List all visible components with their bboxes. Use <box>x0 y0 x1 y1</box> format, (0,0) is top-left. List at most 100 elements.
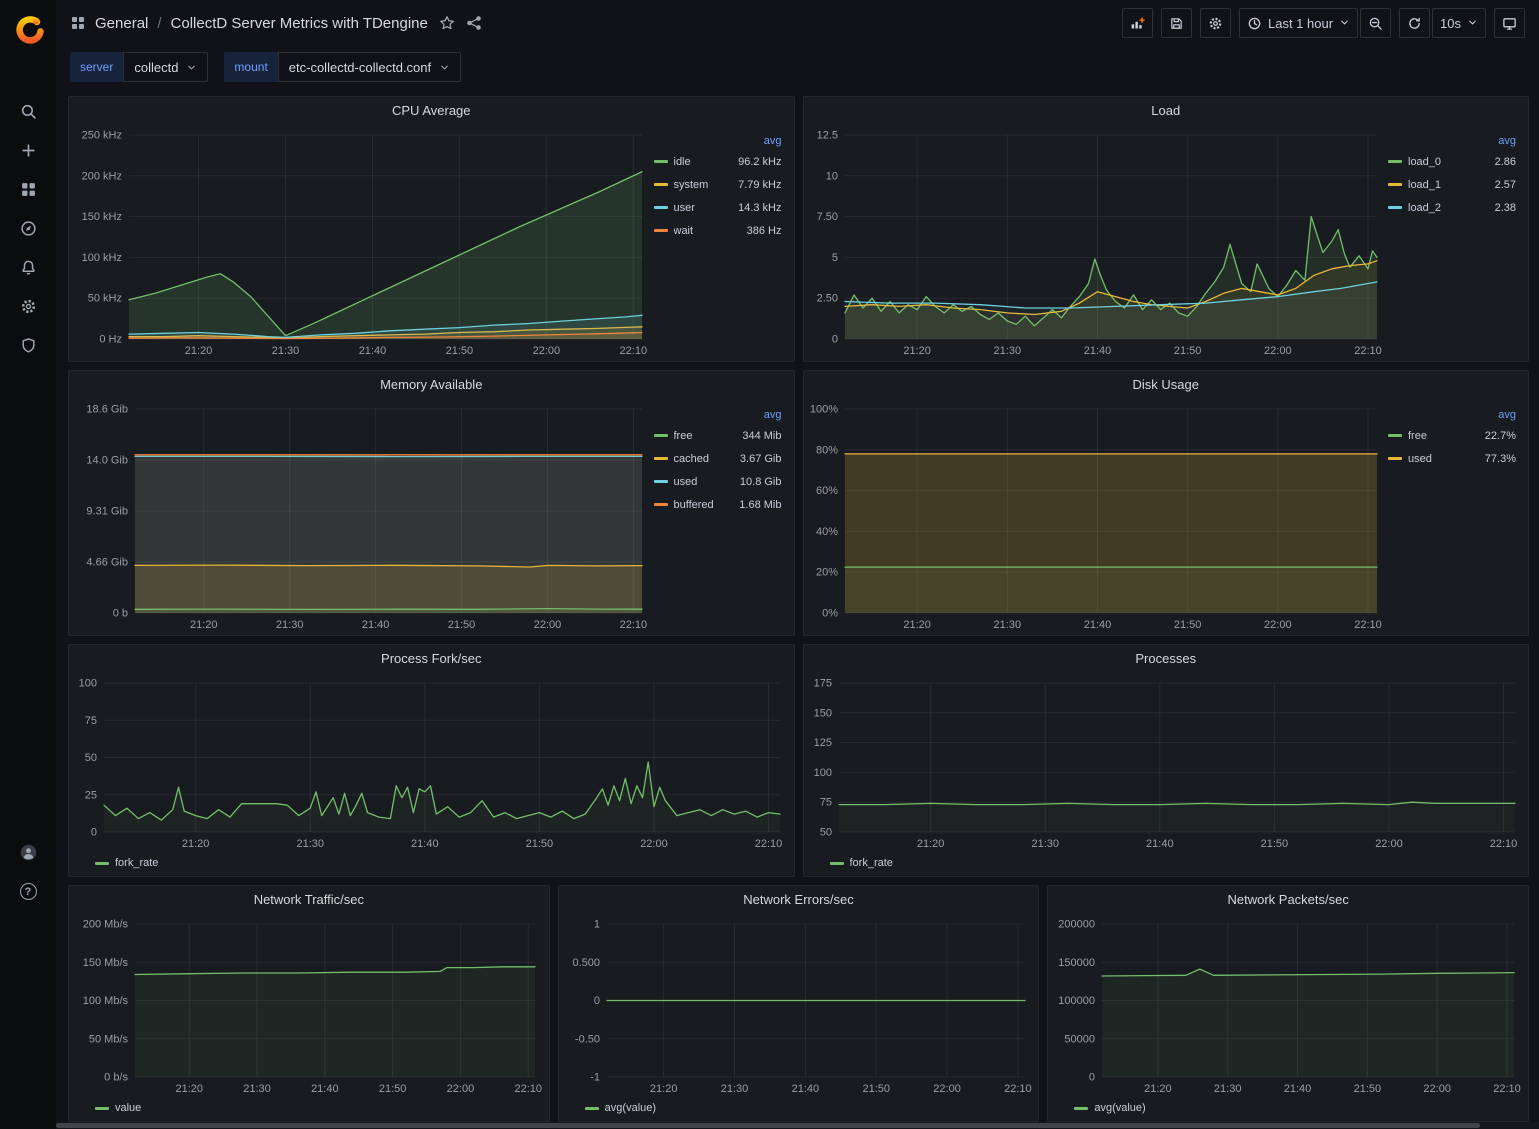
svg-text:9.31 Gib: 9.31 Gib <box>86 506 128 518</box>
svg-text:175: 175 <box>813 678 831 690</box>
legend-avg-header[interactable]: avg <box>654 135 784 147</box>
time-series-chart[interactable]: 21:2021:3021:4021:5022:0022:100500001000… <box>1052 914 1522 1097</box>
series-color-marker <box>654 434 668 437</box>
legend-item[interactable]: used77.3% <box>1388 447 1518 470</box>
main-area: General / CollectD Server Metrics with T… <box>56 0 1539 1129</box>
save-dashboard-button[interactable] <box>1161 8 1192 38</box>
svg-text:20%: 20% <box>815 567 837 579</box>
svg-text:21:50: 21:50 <box>448 619 476 631</box>
breadcrumb-separator: / <box>157 15 161 32</box>
variable-value-dropdown[interactable]: collectd <box>123 52 208 82</box>
legend-avg-header[interactable]: avg <box>1388 135 1518 147</box>
time-series-chart[interactable]: 21:2021:3021:4021:5022:0022:100 Hz50 kHz… <box>73 125 650 359</box>
legend-item[interactable]: avg(value) <box>585 1102 656 1114</box>
help-icon <box>20 883 37 900</box>
svg-text:22:00: 22:00 <box>1424 1083 1452 1095</box>
legend-item[interactable]: avg(value) <box>1074 1102 1145 1114</box>
svg-text:22:10: 22:10 <box>755 838 783 850</box>
series-avg-value: 22.7% <box>1485 430 1518 442</box>
chevron-down-icon <box>1339 16 1350 31</box>
legend-item[interactable]: used10.8 Gib <box>654 470 784 493</box>
star-dashboard-button[interactable] <box>439 15 455 31</box>
breadcrumb-folder[interactable]: General <box>95 15 148 32</box>
shield-icon <box>20 337 37 354</box>
svg-text:22:00: 22:00 <box>1264 619 1292 631</box>
time-range-picker[interactable]: Last 1 hour <box>1239 8 1358 38</box>
legend-item[interactable]: cached3.67 Gib <box>654 447 784 470</box>
clock-icon <box>1247 16 1262 31</box>
legend-item[interactable]: wait386 Hz <box>654 219 784 242</box>
explore-button[interactable] <box>6 209 50 248</box>
time-series-chart[interactable]: 21:2021:3021:4021:5022:0022:100 b/s50 Mb… <box>73 914 543 1097</box>
time-series-chart[interactable]: 21:2021:3021:4021:5022:0022:10-1-0.5000.… <box>563 914 1033 1097</box>
server-admin-button[interactable] <box>6 326 50 365</box>
time-series-chart[interactable]: 21:2021:3021:4021:5022:0022:100255075100 <box>73 673 788 852</box>
series-avg-value: 2.38 <box>1495 202 1518 214</box>
chevron-down-icon <box>1467 16 1478 31</box>
panel-title[interactable]: Memory Available <box>380 377 482 392</box>
horizontal-scrollbar[interactable] <box>56 1122 1539 1129</box>
panel-title[interactable]: Process Fork/sec <box>381 651 481 666</box>
series-name: wait <box>674 225 694 237</box>
legend-item[interactable]: load_02.86 <box>1388 150 1518 173</box>
panel-title[interactable]: Disk Usage <box>1133 377 1199 392</box>
scrollbar-thumb[interactable] <box>56 1123 1480 1128</box>
variable-value-dropdown[interactable]: etc-collectd-collectd.conf <box>278 52 461 82</box>
svg-text:50 Mb/s: 50 Mb/s <box>89 1033 129 1045</box>
panel-title[interactable]: CPU Average <box>392 103 471 118</box>
help-button[interactable] <box>6 872 50 911</box>
time-series-chart[interactable]: 21:2021:3021:4021:5022:0022:105075100125… <box>808 673 1523 852</box>
series-color-marker <box>654 229 668 232</box>
legend-item[interactable]: fork_rate <box>830 857 893 869</box>
series-color-marker <box>1388 183 1402 186</box>
series-color-marker <box>1388 457 1402 460</box>
legend-item[interactable]: load_22.38 <box>1388 196 1518 219</box>
time-series-chart[interactable]: 21:2021:3021:4021:5022:0022:100 b4.66 Gi… <box>73 399 650 633</box>
share-dashboard-button[interactable] <box>466 15 482 31</box>
svg-text:100 Mb/s: 100 Mb/s <box>83 995 129 1007</box>
panel-title[interactable]: Load <box>1151 103 1180 118</box>
time-series-chart[interactable]: 21:2021:3021:4021:5022:0022:100%20%40%60… <box>808 399 1385 633</box>
svg-text:21:40: 21:40 <box>362 619 390 631</box>
cycle-view-mode-button[interactable] <box>1494 8 1525 38</box>
search-button[interactable] <box>6 92 50 131</box>
svg-text:100: 100 <box>813 767 831 779</box>
series-name: free <box>674 430 693 442</box>
gear-icon <box>20 298 37 315</box>
panel-title[interactable]: Network Packets/sec <box>1227 892 1348 907</box>
legend-avg-header[interactable]: avg <box>654 409 784 421</box>
legend-item[interactable]: buffered1.68 Mib <box>654 493 784 516</box>
panel-title[interactable]: Network Errors/sec <box>743 892 854 907</box>
legend-item[interactable]: system7.79 kHz <box>654 173 784 196</box>
dashboards-button[interactable] <box>6 170 50 209</box>
refresh-button[interactable] <box>1399 8 1430 38</box>
dashboard-grid: CPU Average 21:2021:3021:4021:5022:0022:… <box>56 88 1539 1122</box>
legend-item[interactable]: user14.3 kHz <box>654 196 784 219</box>
add-panel-button[interactable] <box>1122 8 1153 38</box>
svg-text:21:50: 21:50 <box>526 838 554 850</box>
legend-item[interactable]: free22.7% <box>1388 424 1518 447</box>
time-series-chart[interactable]: 21:2021:3021:4021:5022:0022:1002.5057.50… <box>808 125 1385 359</box>
create-button[interactable] <box>6 131 50 170</box>
svg-text:21:40: 21:40 <box>1284 1083 1312 1095</box>
legend-item[interactable]: load_12.57 <box>1388 173 1518 196</box>
legend-item[interactable]: fork_rate <box>95 857 158 869</box>
legend-item[interactable]: idle96.2 kHz <box>654 150 784 173</box>
legend-item[interactable]: free344 Mib <box>654 424 784 447</box>
legend-item[interactable]: value <box>95 1102 141 1114</box>
legend-avg-header[interactable]: avg <box>1388 409 1518 421</box>
configuration-button[interactable] <box>6 287 50 326</box>
series-name: load_1 <box>1408 179 1441 191</box>
panel-title[interactable]: Network Traffic/sec <box>254 892 364 907</box>
svg-text:21:20: 21:20 <box>185 345 213 357</box>
legend: avg(value) <box>563 1097 1033 1119</box>
variable-mount: mount etc-collectd-collectd.conf <box>224 52 461 82</box>
refresh-interval-picker[interactable]: 10s <box>1432 8 1486 38</box>
svg-text:22:00: 22:00 <box>1375 838 1403 850</box>
dashboard-settings-button[interactable] <box>1200 8 1231 38</box>
panel-title[interactable]: Processes <box>1135 651 1196 666</box>
zoom-out-time-button[interactable] <box>1360 8 1391 38</box>
alerting-button[interactable] <box>6 248 50 287</box>
grafana-home-button[interactable] <box>11 12 45 46</box>
user-profile-button[interactable] <box>6 833 50 872</box>
